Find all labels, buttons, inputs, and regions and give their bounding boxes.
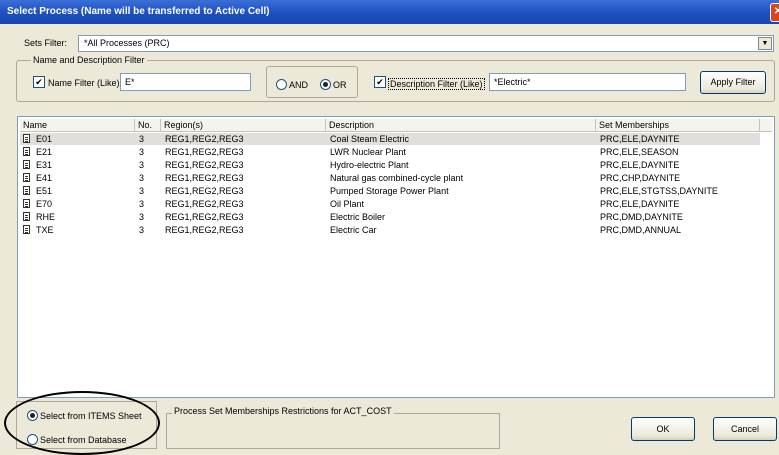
window-title: Select Process (Name will be transferred…: [7, 6, 270, 17]
row-regions: REG1,REG2,REG3: [165, 160, 244, 170]
row-set-memberships: PRC,ELE,DAYNITE: [600, 199, 680, 209]
document-icon: [23, 225, 30, 234]
select-database-label: Select from Database: [40, 435, 127, 445]
select-items-sheet-radio[interactable]: [27, 410, 38, 421]
row-set-memberships: PRC,DMD,DAYNITE: [600, 212, 683, 222]
or-radio[interactable]: [320, 79, 331, 90]
column-header-regions[interactable]: Region(s): [161, 119, 326, 132]
table-row[interactable]: E41 3 REG1,REG2,REG3 Natural gas combine…: [20, 172, 760, 184]
column-header-set-memberships[interactable]: Set Memberships: [596, 119, 760, 132]
row-description: Coal Steam Electric: [330, 134, 410, 144]
row-no: 3: [139, 160, 145, 170]
row-no: 3: [139, 134, 145, 144]
row-no: 3: [139, 212, 145, 222]
and-radio[interactable]: [276, 79, 287, 90]
row-regions: REG1,REG2,REG3: [165, 134, 244, 144]
cancel-button[interactable]: Cancel: [713, 417, 777, 441]
table-row[interactable]: E31 3 REG1,REG2,REG3 Hydro-electric Plan…: [20, 159, 760, 171]
description-filter-value: *Electric*: [494, 77, 531, 87]
document-icon: [23, 186, 30, 195]
and-label: AND: [289, 80, 309, 90]
row-name: E70: [36, 199, 53, 209]
select-database-radio[interactable]: [27, 434, 38, 445]
apply-filter-button[interactable]: Apply Filter: [700, 71, 766, 94]
document-icon: [23, 134, 30, 143]
select-items-sheet-label: Select from ITEMS Sheet: [40, 411, 142, 421]
chevron-down-icon[interactable]: ▼: [758, 37, 772, 50]
row-set-memberships: PRC,CHP,DAYNITE: [600, 173, 681, 183]
row-no: 3: [139, 199, 145, 209]
row-description: Electric Boiler: [330, 212, 386, 222]
table-row[interactable]: RHE 3 REG1,REG2,REG3 Electric Boiler PRC…: [20, 211, 760, 223]
row-regions: REG1,REG2,REG3: [165, 173, 244, 183]
table-row[interactable]: E01 3 REG1,REG2,REG3 Coal Steam Electric…: [20, 133, 760, 145]
name-filter-checkbox[interactable]: ✔: [33, 76, 45, 88]
column-header-description[interactable]: Description: [326, 119, 596, 132]
row-set-memberships: PRC,ELE,DAYNITE: [600, 134, 680, 144]
name-filter-label: Name Filter (Like): [48, 78, 120, 88]
row-description: Hydro-electric Plant: [330, 160, 409, 170]
ok-button[interactable]: OK: [631, 417, 695, 441]
row-name: E01: [36, 134, 53, 144]
row-regions: REG1,REG2,REG3: [165, 147, 244, 157]
row-set-memberships: PRC,ELE,SEASON: [600, 147, 679, 157]
row-name: E51: [36, 186, 53, 196]
row-name: E31: [36, 160, 53, 170]
row-no: 3: [139, 173, 145, 183]
description-filter-checkbox[interactable]: ✔: [374, 76, 386, 88]
restrictions-legend: Process Set Memberships Restrictions for…: [172, 406, 394, 416]
or-label: OR: [333, 80, 347, 90]
row-name: RHE: [36, 212, 56, 222]
table-row[interactable]: E21 3 REG1,REG2,REG3 LWR Nuclear Plant P…: [20, 146, 760, 158]
process-list[interactable]: Name No. Region(s) Description Set Membe…: [17, 116, 775, 398]
row-name: TXE: [36, 225, 54, 235]
restrictions-group: [166, 413, 500, 449]
row-name: E21: [36, 147, 53, 157]
row-no: 3: [139, 186, 145, 196]
document-icon: [23, 199, 30, 208]
document-icon: [23, 212, 30, 221]
row-regions: REG1,REG2,REG3: [165, 225, 244, 235]
document-icon: [23, 147, 30, 156]
description-filter-label: Description Filter (Like): [388, 78, 485, 90]
row-name: E41: [36, 173, 53, 183]
document-icon: [23, 173, 30, 182]
title-bar: Select Process (Name will be transferred…: [0, 0, 779, 24]
row-regions: REG1,REG2,REG3: [165, 186, 244, 196]
row-no: 3: [139, 225, 145, 235]
column-header-filler: [760, 119, 772, 132]
name-description-filter-legend: Name and Description Filter: [31, 55, 147, 65]
row-regions: REG1,REG2,REG3: [165, 212, 244, 222]
table-row[interactable]: E70 3 REG1,REG2,REG3 Oil Plant PRC,ELE,D…: [20, 198, 760, 210]
row-set-memberships: PRC,DMD,ANNUAL: [600, 225, 682, 235]
row-no: 3: [139, 147, 145, 157]
column-header-no[interactable]: No.: [135, 119, 161, 132]
name-filter-value: E*: [125, 77, 135, 87]
row-set-memberships: PRC,ELE,DAYNITE: [600, 160, 680, 170]
row-description: Natural gas combined-cycle plant: [330, 173, 464, 183]
close-icon[interactable]: ✕: [770, 3, 779, 22]
document-icon: [23, 160, 30, 169]
row-description: LWR Nuclear Plant: [330, 147, 406, 157]
sets-filter-dropdown[interactable]: *All Processes (PRC) ▼: [78, 35, 774, 52]
column-header-name[interactable]: Name: [20, 119, 135, 132]
row-regions: REG1,REG2,REG3: [165, 199, 244, 209]
row-description: Pumped Storage Power Plant: [330, 186, 449, 196]
description-filter-input[interactable]: *Electric*: [489, 73, 686, 91]
row-set-memberships: PRC,ELE,STGTSS,DAYNITE: [600, 186, 718, 196]
sets-filter-value: *All Processes (PRC): [84, 38, 170, 48]
row-description: Electric Car: [330, 225, 377, 235]
table-row[interactable]: E51 3 REG1,REG2,REG3 Pumped Storage Powe…: [20, 185, 760, 197]
sets-filter-label: Sets Filter:: [24, 38, 68, 48]
table-row[interactable]: TXE 3 REG1,REG2,REG3 Electric Car PRC,DM…: [20, 224, 760, 236]
name-filter-input[interactable]: E*: [120, 73, 251, 91]
row-description: Oil Plant: [330, 199, 365, 209]
